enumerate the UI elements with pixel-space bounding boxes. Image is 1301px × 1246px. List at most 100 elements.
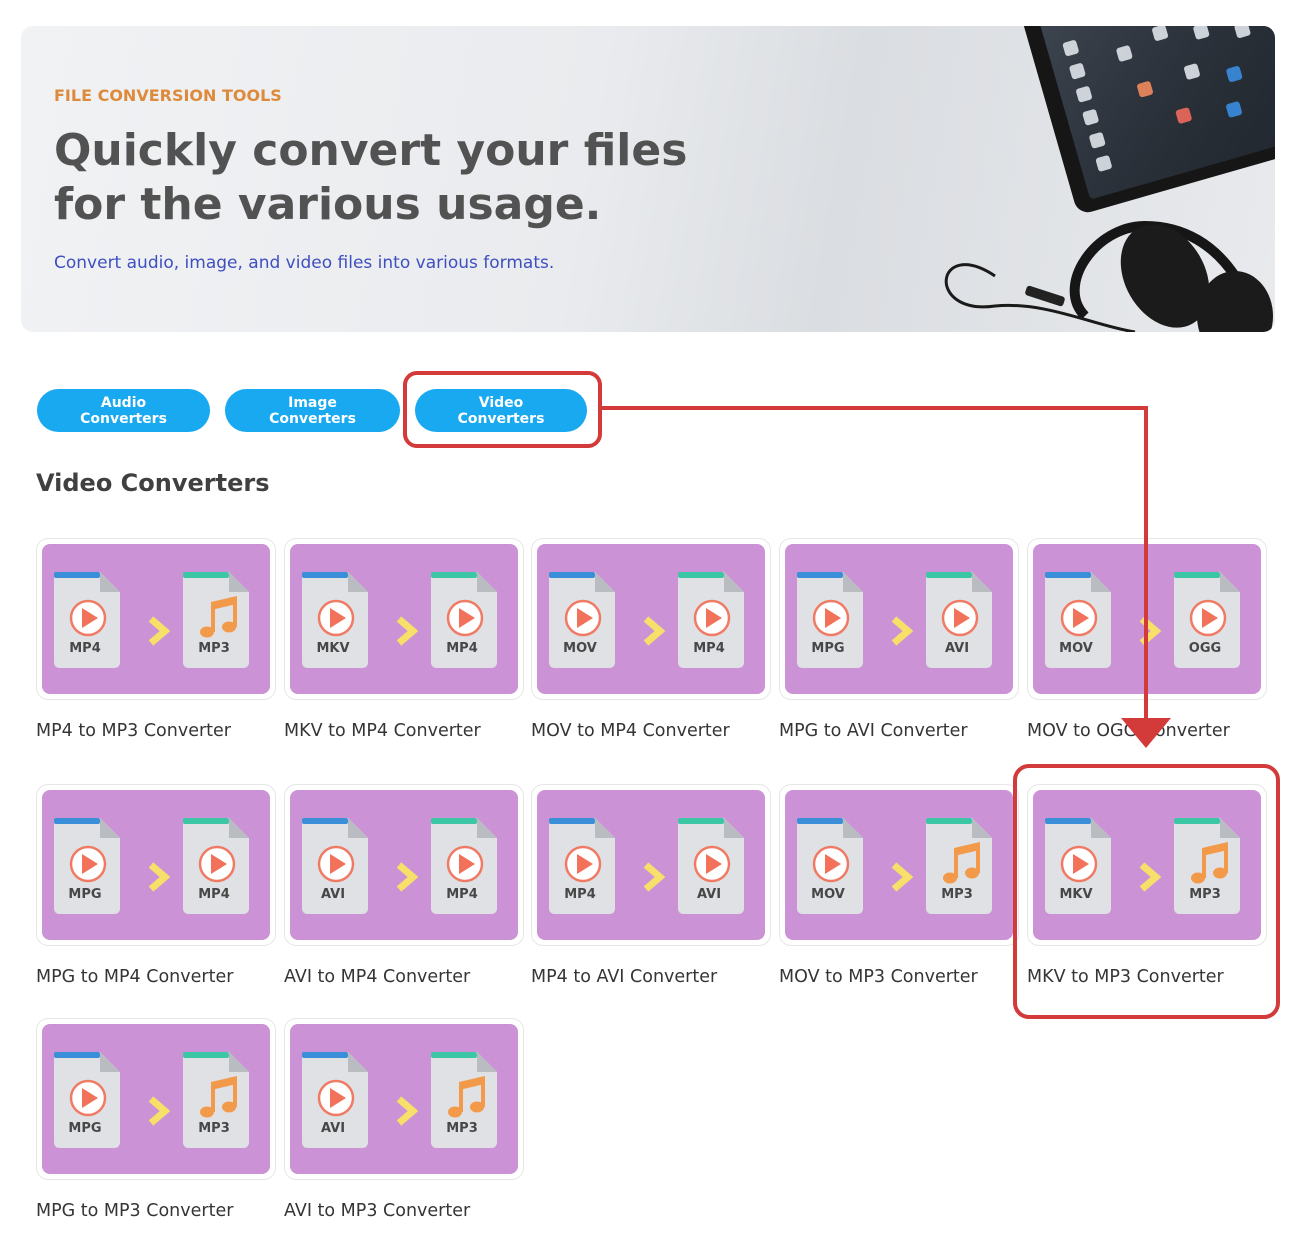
converter-thumbnail: MP4 MP3 [42, 544, 270, 694]
chevron-right-icon [1139, 616, 1162, 646]
converter-thumbnail: MPG MP4 [42, 790, 270, 940]
target-file-icon: MP3 [183, 1052, 255, 1148]
source-file-icon: MPG [54, 1052, 126, 1148]
target-file-icon: MP3 [183, 572, 255, 668]
image-converters-button[interactable]: Image Converters [225, 389, 400, 432]
source-format-label: MOV [563, 641, 597, 656]
converter-thumbnail: MOV OGG [1033, 544, 1261, 694]
source-file-icon: MOV [1045, 572, 1117, 668]
converter-label[interactable]: MOV to OGG Converter [1027, 721, 1230, 741]
target-format-label: MP4 [693, 641, 725, 656]
source-file-icon: MPG [54, 818, 126, 914]
target-file-icon: MP4 [431, 818, 503, 914]
converter-tile[interactable]: MKV MP3 [1027, 784, 1267, 946]
hero-banner: FILE CONVERSION TOOLS Quickly convert yo… [21, 26, 1275, 332]
converter-card[interactable]: MPG MP4 MPG to MP4 Converter [36, 784, 276, 987]
source-format-label: AVI [320, 1121, 346, 1136]
target-file-icon: OGG [1174, 572, 1246, 668]
section-title: Video Converters [36, 469, 270, 497]
converter-tile[interactable]: MOV MP4 [531, 538, 771, 700]
converter-tile[interactable]: MOV MP3 [779, 784, 1019, 946]
converter-card[interactable]: MOV MP3 MOV to MP3 Converter [779, 784, 1019, 987]
source-format-label: MP4 [564, 887, 596, 902]
converter-label[interactable]: MOV to MP4 Converter [531, 721, 730, 741]
source-format-label: MPG [68, 1121, 102, 1136]
converter-tile[interactable]: MOV OGG [1027, 538, 1267, 700]
converter-thumbnail: MPG AVI [785, 544, 1013, 694]
chevron-right-icon [891, 862, 914, 892]
converter-tile[interactable]: AVI MP4 [284, 784, 524, 946]
source-format-label: MOV [811, 887, 845, 902]
converter-thumbnail: AVI MP3 [290, 1024, 518, 1174]
converter-card[interactable]: MPG AVI MPG to AVI Converter [779, 538, 1019, 741]
converter-card[interactable]: MP4 MP3 MP4 to MP3 Converter [36, 538, 276, 741]
target-file-icon: MP3 [1174, 818, 1246, 914]
source-format-label: MPG [811, 641, 845, 656]
converter-thumbnail: MKV MP3 [1033, 790, 1261, 940]
converter-card[interactable]: MKV MP3 MKV to MP3 Converter [1027, 784, 1267, 987]
chevron-right-icon [643, 862, 666, 892]
target-format-label: MP4 [446, 641, 478, 656]
converter-tile[interactable]: MPG MP3 [36, 1018, 276, 1180]
target-format-label: AVI [696, 887, 722, 902]
source-file-icon: MPG [797, 572, 869, 668]
chevron-right-icon [396, 862, 419, 892]
converter-label[interactable]: AVI to MP3 Converter [284, 1201, 470, 1221]
converter-tile[interactable]: MPG MP4 [36, 784, 276, 946]
target-format-label: MP3 [446, 1121, 478, 1136]
converter-label[interactable]: MP4 to AVI Converter [531, 967, 717, 987]
target-file-icon: MP4 [183, 818, 255, 914]
converter-card[interactable]: MPG MP3 MPG to MP3 Converter [36, 1018, 276, 1221]
source-file-icon: MKV [302, 572, 374, 668]
converter-label[interactable]: MKV to MP3 Converter [1027, 967, 1224, 987]
converter-tile[interactable]: MKV MP4 [284, 538, 524, 700]
converter-label[interactable]: AVI to MP4 Converter [284, 967, 470, 987]
target-file-icon: AVI [678, 818, 750, 914]
source-format-label: MKV [316, 641, 350, 656]
target-file-icon: MP3 [926, 818, 998, 914]
target-format-label: AVI [944, 641, 970, 656]
target-format-label: OGG [1188, 641, 1222, 656]
converter-card[interactable]: MKV MP4 MKV to MP4 Converter [284, 538, 524, 741]
source-file-icon: MP4 [54, 572, 126, 668]
converter-thumbnail: MPG MP3 [42, 1024, 270, 1174]
converter-tile[interactable]: MPG AVI [779, 538, 1019, 700]
chevron-right-icon [148, 862, 171, 892]
source-format-label: AVI [320, 887, 346, 902]
converter-label[interactable]: MP4 to MP3 Converter [36, 721, 231, 741]
source-format-label: MKV [1059, 887, 1093, 902]
converter-label[interactable]: MKV to MP4 Converter [284, 721, 481, 741]
target-format-label: MP4 [446, 887, 478, 902]
chevron-right-icon [396, 616, 419, 646]
converter-thumbnail: MKV MP4 [290, 544, 518, 694]
converter-tile[interactable]: MP4 AVI [531, 784, 771, 946]
source-file-icon: MP4 [549, 818, 621, 914]
video-converters-button[interactable]: Video Converters [415, 389, 587, 432]
source-file-icon: AVI [302, 1052, 374, 1148]
converter-thumbnail: AVI MP4 [290, 790, 518, 940]
converter-card[interactable]: AVI MP3 AVI to MP3 Converter [284, 1018, 524, 1221]
converter-label[interactable]: MOV to MP3 Converter [779, 967, 978, 987]
converter-card[interactable]: MP4 AVI MP4 to AVI Converter [531, 784, 771, 987]
chevron-right-icon [643, 616, 666, 646]
chevron-right-icon [1139, 862, 1162, 892]
converter-label[interactable]: MPG to AVI Converter [779, 721, 968, 741]
converter-label[interactable]: MPG to MP3 Converter [36, 1201, 233, 1221]
chevron-right-icon [148, 616, 171, 646]
converter-card[interactable]: MOV OGG MOV to OGG Converter [1027, 538, 1267, 741]
converter-tile[interactable]: AVI MP3 [284, 1018, 524, 1180]
converter-card[interactable]: AVI MP4 AVI to MP4 Converter [284, 784, 524, 987]
converter-tile[interactable]: MP4 MP3 [36, 538, 276, 700]
target-format-label: MP3 [198, 1121, 230, 1136]
source-format-label: MOV [1059, 641, 1093, 656]
converter-label[interactable]: MPG to MP4 Converter [36, 967, 233, 987]
converter-card[interactable]: MOV MP4 MOV to MP4 Converter [531, 538, 771, 741]
source-file-icon: MOV [797, 818, 869, 914]
target-format-label: MP3 [198, 641, 230, 656]
chevron-right-icon [148, 1096, 171, 1126]
hero-headline: Quickly convert your files for the vario… [54, 125, 688, 230]
target-format-label: MP3 [941, 887, 973, 902]
audio-converters-button[interactable]: Audio Converters [37, 389, 210, 432]
converter-thumbnail: MOV MP3 [785, 790, 1013, 940]
source-file-icon: MKV [1045, 818, 1117, 914]
